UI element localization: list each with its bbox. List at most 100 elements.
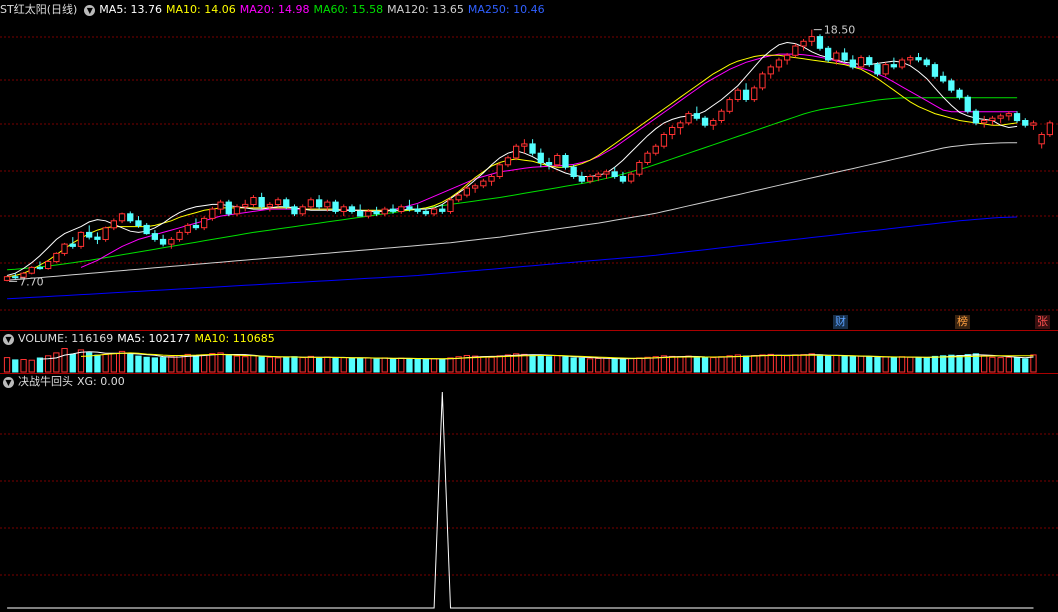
candle-down [825,47,832,61]
candle-up [61,243,68,254]
candle-up [217,201,224,210]
volume-bar [857,355,865,373]
volume-bar [882,356,889,373]
volume-bar [660,355,668,373]
volume-bar [628,358,635,373]
finance-marker[interactable]: 财 [833,315,848,329]
candle-up [677,122,684,129]
volume-bar [94,354,101,373]
indicator-panel[interactable]: ▼ 决战牛回头 XG: 0.00 [0,374,1058,612]
annotation-label: 7.70 [19,275,44,288]
volume-bar [283,356,290,373]
volume-bar [274,357,282,373]
ma250-line [7,216,1018,300]
candle-up [274,199,282,206]
candle-up [365,210,372,217]
candle-down [422,210,430,215]
candle-up [504,157,512,166]
candle-up [209,208,216,219]
candle-up [1038,134,1045,145]
candle-up [652,145,659,154]
candle-down [94,236,101,240]
volume-bar [159,357,167,373]
candle-down [874,64,881,75]
candle-up [898,59,906,68]
volume-bar [118,350,126,373]
volume-bar [833,355,840,373]
candle-up [242,203,249,208]
candle-up [447,199,454,213]
volume-bar [217,352,224,373]
price-chart[interactable]: 18.50 7.70 [0,0,1058,330]
candle-up [53,252,60,263]
volume-bar [398,357,405,373]
volume-label: VOLUME: 116169 [18,332,114,345]
candle-up [307,199,315,208]
limit-up-marker[interactable]: 张 [1035,315,1050,329]
candle-up [808,36,815,42]
candle-up [184,224,191,233]
volume-bar [1022,358,1029,373]
candle-up [110,220,117,229]
candle-up [488,176,495,182]
candle-down [619,176,627,182]
ma120-label: MA120: 13.65 [387,3,464,16]
candle-up [792,45,799,56]
chevron-down-icon[interactable]: ▼ [3,333,14,345]
candle-up [77,231,85,247]
volume-bar [652,356,659,373]
candle-up [636,162,643,175]
volume-bar [61,348,68,373]
ma20-label: MA20: 14.98 [239,3,310,16]
candle-up [751,87,758,101]
volume-bar [545,356,553,373]
candle-down [940,75,947,82]
candle-up [299,206,306,215]
volume-bar [537,355,544,373]
candle-up [710,120,717,126]
ma250-label: MA250: 10.46 [467,3,545,16]
candle-down [151,233,158,240]
volume-bar [389,358,397,373]
volume-bar [849,356,857,373]
candle-up [1005,113,1013,117]
volume-bar [915,357,922,373]
chevron-down-icon[interactable]: ▼ [3,376,14,388]
candle-up [800,40,807,47]
volume-bar [316,357,323,373]
volume-bar [447,357,454,373]
volume-bar [488,356,495,373]
volume-bar [521,353,528,373]
volume-bar [734,354,742,373]
candle-up [3,276,11,281]
candle-up [775,59,783,68]
candle-down [316,199,323,208]
candle-up [480,180,487,187]
price-panel[interactable]: ST红太阳(日线) ▼ MA5: 13.76 MA10: 14.06 MA20: 14.… [0,0,1058,330]
ma10-label: MA10: 14.06 [166,3,236,16]
volume-bar [644,356,651,373]
candle-up [595,173,602,177]
candle-down [389,208,397,212]
volume-bar [981,355,988,373]
volume-bar [307,355,315,373]
billboard-marker[interactable]: 榜 [955,315,970,329]
volume-bar [964,354,971,373]
volume-bar [12,359,19,373]
candle-down [931,64,939,77]
volume-bar [751,355,758,373]
volume-bar [677,356,684,373]
candle-up [997,115,1004,119]
candle-down [258,197,265,208]
volume-bar [907,356,914,373]
ma5-line [6,41,1018,276]
chevron-down-icon[interactable]: ▼ [84,4,96,16]
volume-panel[interactable]: ▼ VOLUME: 116169 MA5: 102177 MA10: 110685 [0,331,1058,373]
candle-up [201,217,208,229]
candle-up [430,208,438,215]
volume-bar [989,356,996,373]
volume-bar [422,358,430,373]
candle-down [890,64,898,68]
indicator-chart[interactable] [0,374,1058,612]
candle-down [406,206,413,210]
